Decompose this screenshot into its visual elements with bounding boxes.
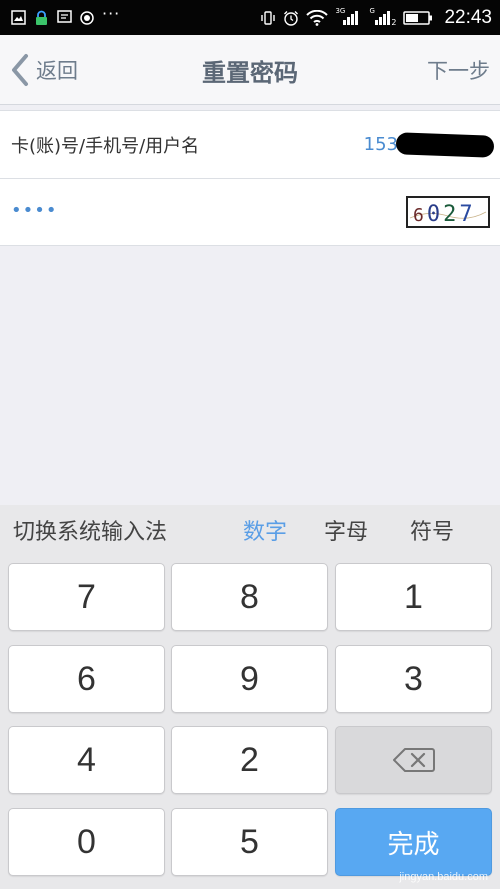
key-4[interactable]: 4 (8, 726, 165, 794)
lock-notification-icon (33, 10, 49, 26)
mode-letters-tab[interactable]: 字母 (324, 514, 368, 546)
account-label: 卡(账)号/手机号/用户名 (11, 135, 200, 157)
key-3[interactable]: 3 (335, 645, 492, 713)
done-key[interactable]: 完成 (335, 808, 492, 876)
reset-form: 卡(账)号/手机号/用户名 153 •••• 6027 (0, 110, 500, 246)
network-type-label-2: G (369, 6, 375, 15)
numeric-keyboard: 切换系统输入法 数字 字母 符号 7 8 1 6 9 3 4 2 0 5 完成 … (0, 505, 500, 889)
key-1[interactable]: 1 (335, 563, 492, 631)
message-notification-icon (56, 10, 72, 26)
captcha-image[interactable]: 6027 (406, 196, 490, 228)
signal-2-icon: G 2 (368, 6, 397, 27)
keyboard-toolbar: 切换系统输入法 数字 字母 符号 (0, 505, 500, 555)
redaction-scribble (395, 131, 495, 158)
switch-ime-button[interactable]: 切换系统输入法 (13, 514, 167, 546)
wifi-icon (306, 9, 329, 26)
nav-bar: 返回 重置密码 下一步 (0, 35, 500, 105)
next-step-button[interactable]: 下一步 (427, 55, 490, 85)
key-7[interactable]: 7 (8, 563, 165, 631)
account-value-field[interactable]: 153 (364, 111, 500, 178)
mode-symbols-tab[interactable]: 符号 (410, 514, 454, 546)
more-notifications-icon: ··· (102, 4, 121, 23)
backspace-key[interactable] (335, 726, 492, 794)
key-5[interactable]: 5 (171, 808, 328, 876)
network-type-label: 3G (335, 6, 346, 15)
vibrate-icon (260, 10, 276, 26)
mode-numbers-tab[interactable]: 数字 (243, 514, 287, 546)
captcha-row[interactable]: •••• 6027 (0, 178, 500, 245)
page-title: 重置密码 (202, 59, 298, 87)
backspace-icon (392, 748, 435, 772)
status-bar: ··· 3G G 2 22:43 (0, 0, 500, 35)
sim-slot-label: 2 (391, 17, 397, 27)
watermark: jingyan.baidu.com (399, 871, 488, 883)
alarm-icon (283, 10, 299, 26)
status-left: ··· (10, 4, 120, 26)
key-2[interactable]: 2 (171, 726, 328, 794)
captcha-input[interactable]: •••• (11, 200, 57, 221)
signal-1-icon: 3G (335, 6, 361, 26)
status-right: 3G G 2 22:43 (260, 7, 492, 29)
account-row[interactable]: 卡(账)号/手机号/用户名 153 (0, 111, 500, 178)
key-0[interactable]: 0 (8, 808, 165, 876)
captcha-text: 6027 (413, 202, 476, 226)
key-8[interactable]: 8 (171, 563, 328, 631)
key-9[interactable]: 9 (171, 645, 328, 713)
image-notification-icon (10, 10, 26, 26)
record-notification-icon (79, 10, 95, 26)
account-value: 153 (363, 134, 398, 155)
key-6[interactable]: 6 (8, 645, 165, 713)
clock: 22:43 (444, 6, 492, 28)
battery-icon (403, 10, 433, 26)
